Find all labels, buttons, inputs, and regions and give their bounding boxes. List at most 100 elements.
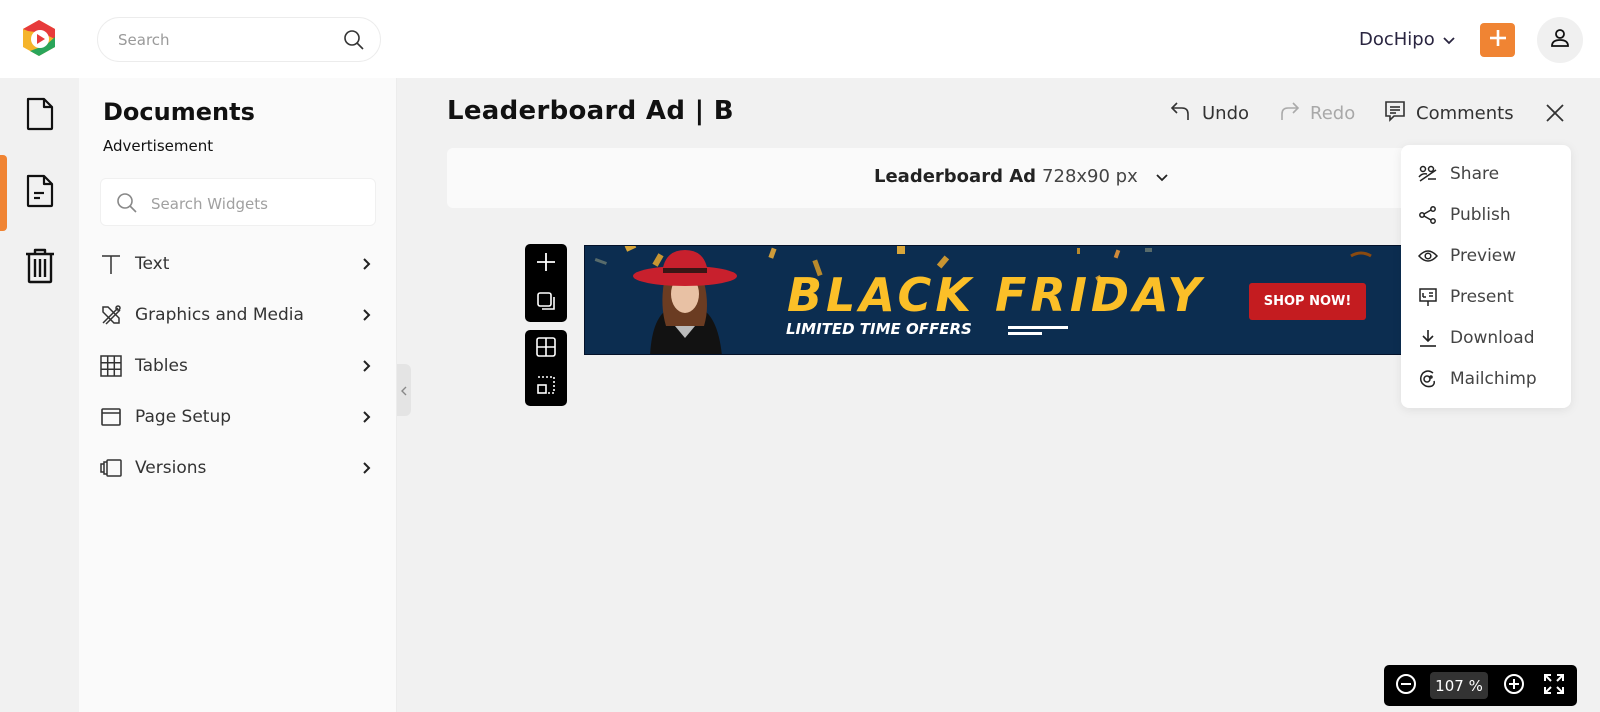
document-text-icon [24, 173, 56, 213]
menu-item-label: Mailchimp [1450, 368, 1537, 389]
comments-label: Comments [1416, 102, 1514, 124]
decorative-line [1008, 332, 1042, 335]
menu-item-share[interactable]: Share [1401, 153, 1571, 194]
user-icon [1549, 27, 1571, 53]
decorative-line [1008, 326, 1068, 329]
size-name: Leaderboard Ad [874, 166, 1037, 187]
menu-item-versions[interactable]: Versions [99, 442, 379, 493]
minus-circle-icon [1395, 673, 1417, 699]
trash-icon [24, 247, 56, 289]
share-menu: Share Publish Preview Present Download M… [1401, 145, 1571, 408]
panel-subtitle: Advertisement [103, 137, 214, 155]
chevron-right-icon [361, 256, 373, 270]
menu-item-publish[interactable]: Publish [1401, 194, 1571, 235]
document-icon [24, 96, 56, 136]
menu-item-present[interactable]: Present [1401, 276, 1571, 317]
plus-icon [1488, 28, 1508, 52]
chevron-down-icon [1443, 29, 1455, 50]
menu-item-mailchimp[interactable]: Mailchimp [1401, 358, 1571, 399]
grid-icon [536, 337, 556, 361]
redo-icon [1278, 100, 1300, 127]
menu-item-label: Page Setup [135, 406, 232, 427]
top-search-input[interactable] [118, 29, 318, 51]
expand-icon [1543, 673, 1565, 699]
menu-item-label: Tables [135, 355, 188, 376]
banner-cta-button[interactable]: SHOP NOW! [1249, 283, 1366, 320]
plus-icon [535, 251, 557, 277]
share-people-icon [1418, 164, 1438, 184]
ad-banner[interactable]: BLACK FRIDAY LIMITED TIME OFFERS SHOP NO… [584, 245, 1404, 355]
chevron-right-icon [361, 409, 373, 423]
eye-icon [1418, 246, 1438, 266]
menu-item-tables[interactable]: Tables [99, 340, 379, 391]
chevron-right-icon [361, 307, 373, 321]
rail-item-documents[interactable] [0, 78, 79, 154]
undo-icon [1170, 100, 1192, 127]
zoom-out-button[interactable] [1394, 674, 1418, 698]
chevron-left-icon [401, 381, 407, 400]
search-icon[interactable] [342, 28, 366, 52]
menu-item-label: Share [1450, 163, 1500, 184]
add-page-button[interactable] [534, 252, 558, 276]
rail-item-trash[interactable] [0, 230, 79, 306]
document-title[interactable]: Leaderboard Ad | B [447, 96, 734, 126]
undo-label: Undo [1202, 102, 1250, 124]
layout-tools-group [525, 330, 567, 406]
banner-headline: BLACK FRIDAY [787, 268, 1205, 322]
undo-button[interactable]: Undo [1170, 98, 1249, 128]
widget-search[interactable] [100, 178, 376, 226]
size-bar: Leaderboard Ad 728x90 px [447, 148, 1407, 208]
publish-share-icon [1418, 205, 1438, 225]
widget-search-input[interactable] [151, 193, 361, 215]
left-rail [0, 78, 79, 712]
close-icon [1542, 104, 1568, 130]
menu-item-download[interactable]: Download [1401, 317, 1571, 358]
menu-item-label: Preview [1450, 245, 1517, 266]
top-search[interactable] [97, 17, 381, 62]
dochipo-logo[interactable] [18, 17, 60, 59]
top-bar: DocHipo [0, 0, 1600, 78]
close-button[interactable] [1542, 100, 1568, 126]
widget-menu: Text Graphics and Media Tables Page Setu… [99, 238, 379, 493]
menu-item-label: Download [1450, 327, 1535, 348]
menu-item-graphics-media[interactable]: Graphics and Media [99, 289, 379, 340]
zoom-level[interactable]: 107 % [1430, 672, 1488, 699]
chevron-right-icon [361, 460, 373, 474]
collapse-panel-handle[interactable] [397, 364, 411, 416]
download-icon [1418, 328, 1438, 348]
mailchimp-icon [1418, 369, 1438, 389]
search-icon [115, 191, 139, 215]
resize-icon [536, 375, 556, 399]
redo-label: Redo [1310, 102, 1356, 124]
presentation-icon [1418, 287, 1438, 307]
comments-button[interactable]: Comments [1384, 98, 1514, 128]
menu-item-text[interactable]: Text [99, 238, 379, 289]
banner-subheadline: LIMITED TIME OFFERS [786, 320, 972, 338]
chevron-down-icon [1156, 166, 1168, 187]
versions-icon [99, 456, 123, 480]
menu-item-label: Present [1450, 286, 1514, 307]
size-selector[interactable]: Leaderboard Ad 728x90 px [874, 166, 1168, 187]
table-icon [99, 354, 123, 378]
comment-icon [1384, 100, 1406, 127]
profile-avatar[interactable] [1537, 17, 1583, 63]
zoom-in-button[interactable] [1502, 674, 1526, 698]
menu-item-label: Graphics and Media [135, 304, 304, 325]
size-dimensions: 728x90 px [1042, 166, 1138, 187]
widgets-panel: Documents Advertisement Text Graphics an… [79, 78, 397, 712]
page-setup-icon [99, 405, 123, 429]
workspace-name: DocHipo [1359, 28, 1435, 50]
workspace-menu[interactable]: DocHipo [1359, 26, 1455, 52]
zoom-control: 107 % [1384, 665, 1577, 706]
rail-item-current-document[interactable] [0, 155, 79, 231]
duplicate-page-button[interactable] [534, 291, 558, 315]
create-new-button[interactable] [1480, 23, 1515, 57]
menu-item-page-setup[interactable]: Page Setup [99, 391, 379, 442]
menu-item-preview[interactable]: Preview [1401, 235, 1571, 276]
page-tools-group [525, 244, 567, 322]
redo-button[interactable]: Redo [1278, 98, 1355, 128]
grid-button[interactable] [534, 337, 558, 361]
fullscreen-button[interactable] [1542, 674, 1566, 698]
resize-button[interactable] [534, 375, 558, 399]
menu-item-label: Text [135, 253, 170, 274]
